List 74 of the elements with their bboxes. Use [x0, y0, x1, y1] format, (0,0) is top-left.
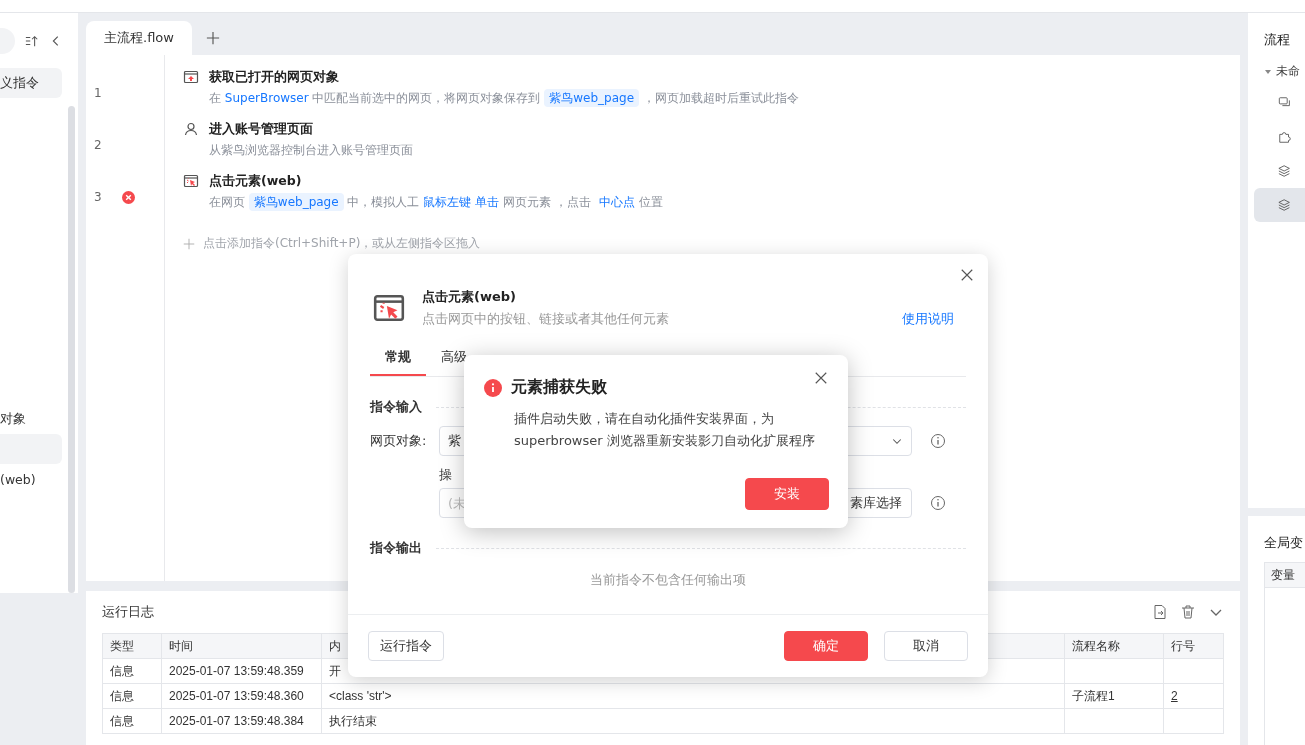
- panel-title: 全局变: [1264, 534, 1304, 552]
- close-icon: [814, 371, 828, 385]
- line-number: 3: [94, 190, 102, 204]
- delete-icon: [1180, 604, 1196, 620]
- column-header: 时间: [161, 633, 322, 659]
- install-button[interactable]: 安装: [745, 478, 829, 510]
- scrollbar[interactable]: [68, 106, 75, 593]
- close-button[interactable]: [960, 268, 974, 282]
- info-icon: [930, 495, 946, 511]
- field-label: 操: [439, 466, 452, 484]
- column-header: 流程名称: [1064, 633, 1164, 659]
- step-title[interactable]: 点击元素(web): [209, 172, 302, 190]
- puzzle-icon: [1278, 130, 1292, 144]
- table-cell: 子流程1: [1064, 683, 1164, 709]
- close-icon: [960, 268, 974, 282]
- plus-icon: [183, 237, 195, 250]
- table-cell: 信息: [102, 658, 162, 684]
- parameter-link[interactable]: SuperBrowser: [224, 91, 309, 105]
- line-number: 2: [94, 138, 102, 152]
- section-title: 指令输入: [370, 399, 422, 416]
- file-tab[interactable]: 主流程.flow: [86, 21, 192, 55]
- user-icon: [183, 121, 199, 137]
- tree-item[interactable]: [1254, 188, 1305, 222]
- step-description: 从紫鸟浏览器控制台进入账号管理页面: [209, 142, 414, 159]
- table-cell: 2025-01-07 13:59:48.384: [161, 708, 322, 734]
- table-cell: 执行结束: [321, 708, 1065, 734]
- sidebar-item[interactable]: 对象: [0, 404, 70, 434]
- close-button[interactable]: [814, 371, 828, 385]
- parameter-link[interactable]: 中心点: [598, 195, 635, 209]
- step-description: 在 SuperBrowser 中匹配当前选中的网页，将网页对象保存到 紫鸟web_page ，网页加载超时后重试此指令: [209, 88, 800, 109]
- confirm-button[interactable]: 确定: [784, 631, 868, 661]
- export-icon: [1152, 604, 1168, 620]
- layers-icon: [1278, 164, 1292, 178]
- column-header: 变量: [1264, 562, 1305, 588]
- tree-item[interactable]: 未命: [1276, 63, 1300, 80]
- table-cell: <class 'str'>: [321, 683, 1065, 709]
- help-link[interactable]: 使用说明: [902, 311, 954, 328]
- alert-title: 元素捕获失败: [511, 377, 607, 398]
- step-title[interactable]: 获取已打开的网页对象: [209, 68, 339, 86]
- table-cell: 2025-01-07 13:59:48.360: [161, 683, 322, 709]
- field-label: 网页对象:: [370, 432, 428, 450]
- parameter-link[interactable]: 鼠标左键: [423, 195, 472, 209]
- sidebar-item[interactable]: (web): [0, 464, 62, 494]
- sort-icon: [25, 34, 39, 48]
- panel-title: 流程: [1264, 31, 1291, 49]
- step-description: 在网页 紫鸟web_page 中，模拟人工 鼠标左键 单击 网页元素 ，点击 中心点 位置: [209, 192, 664, 213]
- info-icon: [930, 433, 946, 449]
- variable-tag[interactable]: 紫鸟web_page: [544, 89, 640, 107]
- error-icon: [484, 378, 502, 397]
- variable-tag[interactable]: 紫鸟web_page: [248, 193, 344, 211]
- browser-upload-icon: [183, 69, 199, 85]
- column-header: 行号: [1163, 633, 1224, 659]
- cancel-button[interactable]: 取消: [884, 631, 968, 661]
- alert-message: 插件启动失败，请在自动化插件安装界面，为 superbrowser 浏览器重新安装影刀自动化扩展程序: [514, 410, 816, 450]
- plus-icon: [205, 31, 220, 45]
- parameter-link[interactable]: 单击: [475, 195, 500, 209]
- layers-icon: [1278, 198, 1292, 212]
- table-cell: 信息: [102, 683, 162, 709]
- run-button[interactable]: 运行指令: [368, 631, 444, 661]
- sidebar-item[interactable]: 义指令: [0, 68, 62, 98]
- line-link[interactable]: 2: [1171, 689, 1178, 703]
- section-title: 指令输出: [370, 540, 422, 557]
- dialog-tab[interactable]: 常规: [370, 340, 426, 376]
- table-cell: 信息: [102, 708, 162, 734]
- table-cell: 2025-01-07 13:59:48.359: [161, 658, 322, 684]
- column-header: 类型: [102, 633, 162, 659]
- dialog-title: 点击元素(web): [422, 288, 517, 306]
- expand-caret-icon[interactable]: [1264, 67, 1272, 76]
- log-title: 运行日志: [102, 603, 155, 621]
- line-number: 1: [94, 86, 102, 100]
- step-title[interactable]: 进入账号管理页面: [209, 120, 313, 138]
- dialog-subtitle: 点击网页中的按钮、链接或者其他任何元素: [422, 310, 670, 328]
- empty-message: 当前指令不包含任何输出项: [589, 571, 747, 589]
- click-cursor-icon: [183, 173, 199, 189]
